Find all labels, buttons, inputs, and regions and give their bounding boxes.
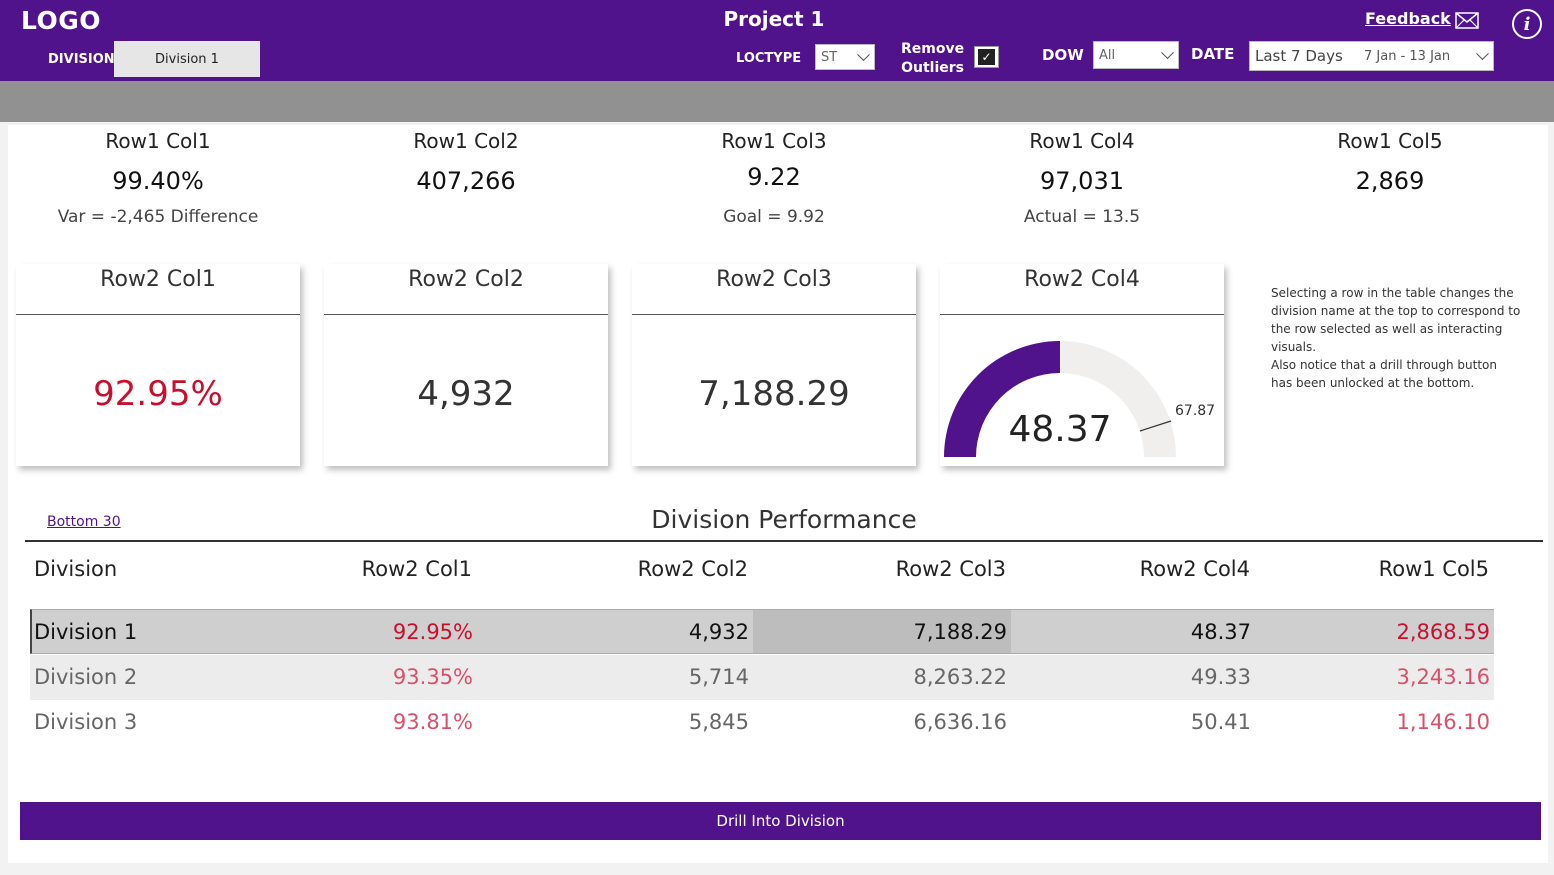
- dow-value: All: [1099, 47, 1116, 63]
- cell-division: Division 2: [34, 665, 138, 689]
- card-title: Row2 Col1: [100, 267, 216, 292]
- col-header-row2-col3[interactable]: Row2 Col3: [896, 557, 1006, 581]
- bottom30-link[interactable]: Bottom 30: [47, 514, 121, 530]
- chevron-down-icon: [857, 48, 870, 62]
- divider: [324, 314, 608, 315]
- page-title: Project 1: [723, 7, 825, 31]
- card-title: Row2 Col2: [408, 267, 524, 292]
- divider: [632, 314, 916, 315]
- date-value: Last 7 Days: [1255, 47, 1343, 65]
- toolbar-spacer: [0, 81, 1554, 122]
- cell-value: 3,243.16: [1396, 665, 1490, 689]
- main-panel: [8, 125, 1548, 863]
- cell-value: 92.95%: [392, 620, 473, 644]
- divider: [16, 314, 300, 315]
- cell-value: 6,636.16: [913, 710, 1007, 734]
- gauge: 67.87 48.37: [944, 341, 1215, 457]
- remove-outliers-label: Remove Outliers: [901, 41, 965, 76]
- info-note: Selecting a row in the table changes the…: [1271, 286, 1521, 390]
- feedback-link[interactable]: Feedback: [1365, 9, 1451, 28]
- table-divider: [25, 540, 1543, 542]
- chevron-down-icon: [1476, 47, 1489, 61]
- table-row[interactable]: Division 2 93.35% 5,714 8,263.22 49.33 3…: [30, 655, 1494, 700]
- drill-into-division-button[interactable]: Drill Into Division: [20, 802, 1541, 840]
- date-range: 7 Jan - 13 Jan: [1364, 48, 1451, 64]
- kpi-row1-col2: Row1 Col2 407,266: [413, 129, 519, 195]
- cell-value: 93.35%: [392, 665, 473, 689]
- kpi-row1-col3: Row1 Col3 9.22 Goal = 9.92: [721, 129, 827, 227]
- dow-label: DOW: [1042, 46, 1084, 64]
- division-field[interactable]: Division 1: [114, 41, 260, 77]
- date-dropdown[interactable]: Last 7 Days 7 Jan - 13 Jan: [1249, 41, 1494, 71]
- cell-value: 93.81%: [392, 710, 473, 734]
- date-label: DATE: [1191, 45, 1235, 63]
- gauge-value: 48.37: [1008, 409, 1111, 450]
- loctype-value: ST: [821, 49, 838, 65]
- kpi-row1-col4: Row1 Col4 97,031 Actual = 13.5: [1023, 129, 1141, 227]
- cell-value: 48.37: [1190, 620, 1251, 644]
- card-value: 4,932: [417, 374, 515, 414]
- cell-value: 4,932: [688, 620, 749, 644]
- card-title: Row2 Col4: [1024, 267, 1140, 292]
- card-row2-col2: Row2 Col2 4,932: [324, 264, 608, 466]
- card-row2-col3: Row2 Col3 7,188.29: [632, 264, 916, 466]
- cell-value: 5,714: [688, 665, 749, 689]
- col-header-row2-col1[interactable]: Row2 Col1: [362, 557, 472, 581]
- card-title: Row2 Col3: [716, 267, 832, 292]
- card-row2-col1: Row2 Col1 92.95%: [16, 264, 300, 466]
- checkmark-icon: ✓: [978, 49, 995, 65]
- table-title: Division Performance: [651, 505, 917, 534]
- cell-value: 1,146.10: [1396, 710, 1490, 734]
- chevron-down-icon: [1161, 46, 1174, 60]
- card-row2-col4: Row2 Col4 67.87 48.37: [940, 264, 1224, 466]
- division-label: DIVISION: [48, 52, 115, 67]
- col-header-row1-col5[interactable]: Row1 Col5: [1379, 557, 1489, 581]
- cell-value: 49.33: [1190, 665, 1251, 689]
- cell-division: Division 3: [34, 710, 138, 734]
- kpi-row1-col5: Row1 Col5 2,869: [1337, 129, 1443, 195]
- col-header-division[interactable]: Division: [34, 557, 117, 581]
- divider: [940, 314, 1224, 315]
- card-value: 7,188.29: [698, 374, 850, 414]
- card-value: 92.95%: [93, 374, 223, 414]
- dow-dropdown[interactable]: All: [1093, 41, 1179, 69]
- cell-value: 5,845: [688, 710, 749, 734]
- cell-value: 2,868.59: [1396, 620, 1490, 644]
- table-row[interactable]: Division 3 93.81% 5,845 6,636.16 50.41 1…: [30, 700, 1494, 745]
- cell-value: 8,263.22: [913, 665, 1007, 689]
- mail-icon[interactable]: [1455, 12, 1479, 29]
- kpi-row1-col1: Row1 Col1 99.40% Var = -2,465 Difference: [57, 129, 259, 227]
- col-header-row2-col4[interactable]: Row2 Col4: [1140, 557, 1250, 581]
- cell-value: 50.41: [1190, 710, 1251, 734]
- loctype-dropdown[interactable]: ST: [815, 44, 875, 70]
- col-header-row2-col2[interactable]: Row2 Col2: [638, 557, 748, 581]
- gauge-target-label: 67.87: [1175, 403, 1215, 419]
- cell-value: 7,188.29: [913, 620, 1007, 644]
- header-bar: LOGO DIVISION Division 1 Project 1 LOCTY…: [0, 0, 1554, 81]
- info-icon[interactable]: i: [1512, 9, 1542, 39]
- loctype-label: LOCTYPE: [736, 51, 802, 66]
- cell-division: Division 1: [34, 620, 138, 644]
- logo: LOGO: [21, 6, 102, 35]
- table-row-selected[interactable]: Division 1 92.95% 4,932 7,188.29 48.37 2…: [30, 609, 1494, 654]
- remove-outliers-checkbox[interactable]: ✓: [974, 46, 999, 68]
